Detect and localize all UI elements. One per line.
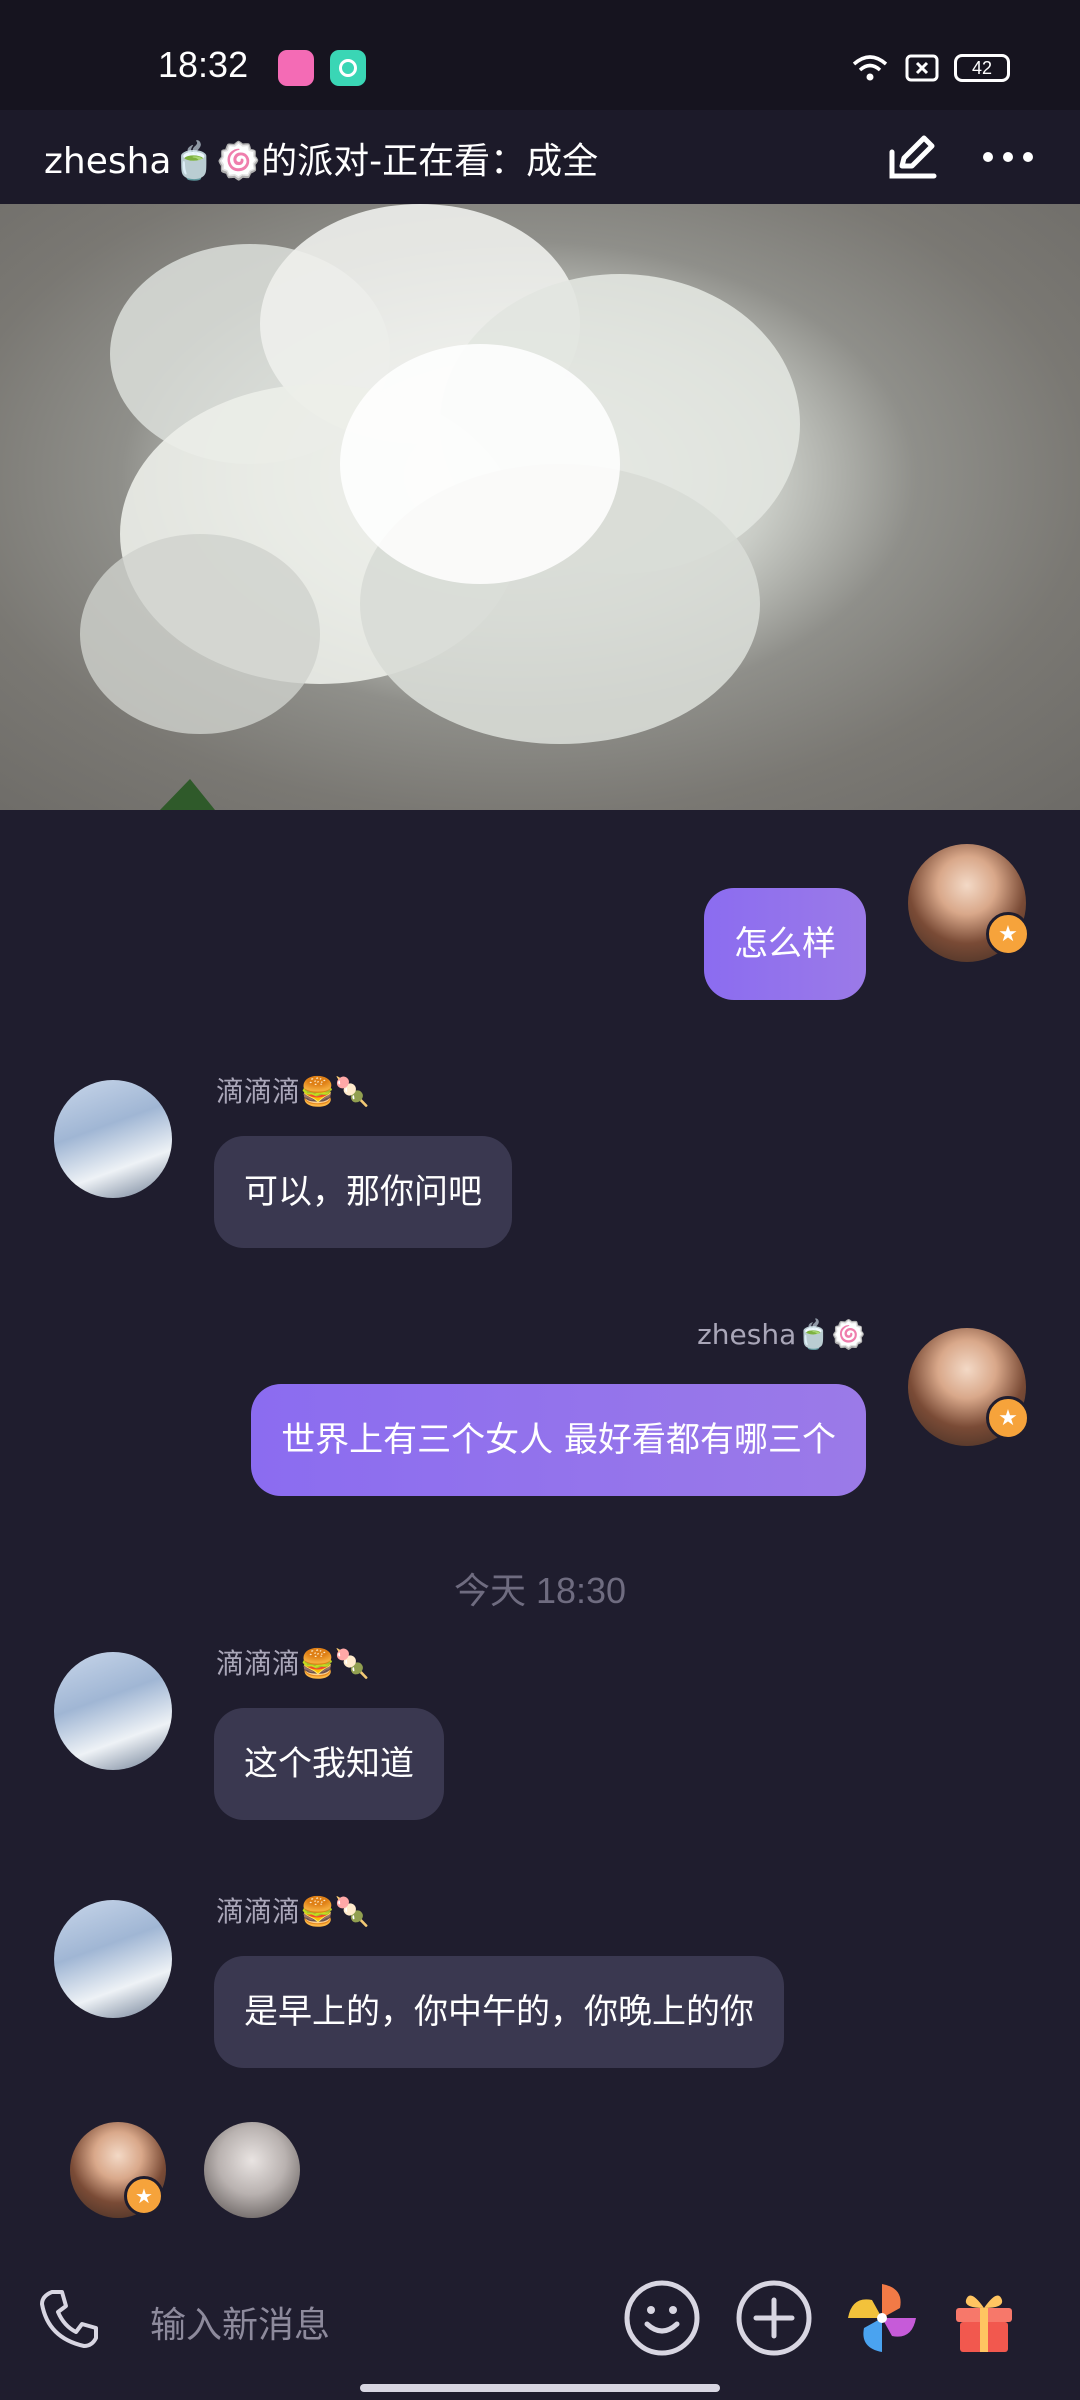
phone-icon[interactable] <box>30 2278 110 2358</box>
message-bubble[interactable]: 是早上的，你中午的，你晚上的你 <box>214 1956 784 2068</box>
star-badge-icon: ★ <box>986 912 1030 956</box>
avatar[interactable] <box>54 1652 172 1770</box>
wifi-icon <box>852 55 888 81</box>
screen-cast-off-icon <box>905 54 939 82</box>
status-time: 18:32 <box>158 44 249 85</box>
message-bubble[interactable]: 这个我知道 <box>214 1708 444 1820</box>
sender-name: 滴滴滴🍔🍡 <box>216 1647 370 1680</box>
avatar[interactable] <box>54 1900 172 2018</box>
message-bubble[interactable]: 世界上有三个女人 最好看都有哪三个 <box>251 1384 866 1496</box>
status-bar: 18:32 42 <box>0 0 1080 110</box>
room-title: zhesha🍵🍥的派对-正在看：成全 <box>44 141 599 182</box>
message-input[interactable]: 输入新消息 <box>150 2296 330 2348</box>
music-app-icon <box>330 50 366 86</box>
home-indicator[interactable] <box>360 2384 720 2392</box>
video-frame-flower <box>80 204 800 810</box>
chat-messages[interactable]: ★ 怎么样 滴滴滴🍔🍡 可以，那你问吧 ★ zhesha🍵🍥 世界上有三个女人 … <box>0 810 1080 2260</box>
sender-name: 滴滴滴🍔🍡 <box>216 1075 370 1108</box>
avatar[interactable] <box>54 1080 172 1198</box>
message-bubble[interactable]: 怎么样 <box>704 888 866 1000</box>
star-badge-icon: ★ <box>986 1396 1030 1440</box>
bilibili-app-icon <box>278 50 314 86</box>
battery-indicator: 42 <box>954 54 1010 82</box>
star-badge-icon: ★ <box>124 2176 164 2216</box>
video-player[interactable] <box>0 204 1080 810</box>
timestamp: 今天 18:30 <box>453 1570 627 1611</box>
plus-icon[interactable] <box>734 2278 814 2358</box>
emoji-icon[interactable] <box>622 2278 702 2358</box>
participant-avatar[interactable] <box>204 2122 300 2218</box>
status-icons: 42 <box>850 48 1010 88</box>
edit-icon[interactable] <box>886 132 940 182</box>
bottom-input-bar: 输入新消息 <box>0 2260 1080 2400</box>
more-icon[interactable] <box>980 132 1036 182</box>
sender-name: 滴滴滴🍔🍡 <box>216 1895 370 1928</box>
gift-icon[interactable] <box>944 2278 1024 2358</box>
message-bubble[interactable]: 可以，那你问吧 <box>214 1136 512 1248</box>
sender-name: zhesha🍵🍥 <box>697 1318 866 1351</box>
pinwheel-icon[interactable] <box>842 2278 922 2358</box>
room-header: zhesha🍵🍥的派对-正在看：成全 <box>0 110 1080 204</box>
